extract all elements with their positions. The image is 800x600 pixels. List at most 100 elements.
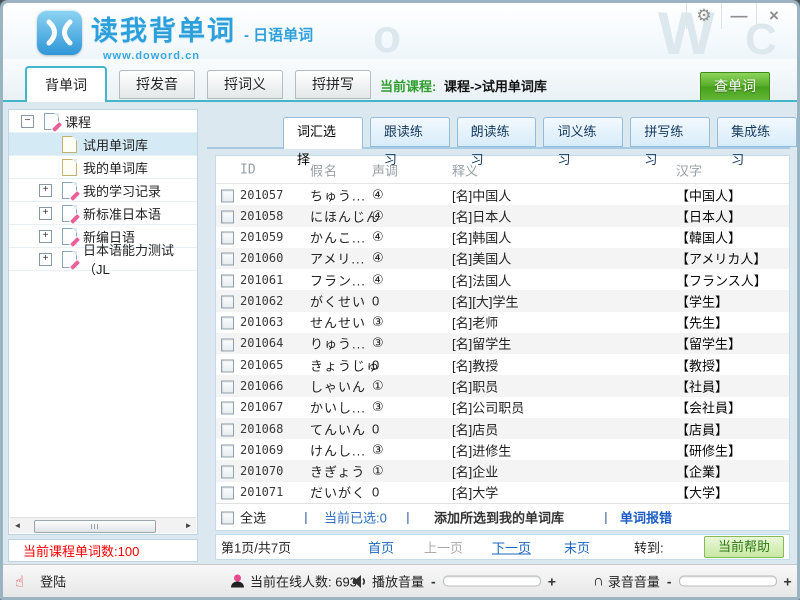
table-row[interactable]: 201070きぎょう①[名]企业【企業】 <box>216 460 789 481</box>
table-row[interactable]: 201062がくせい0[名][大]学生【学生】 <box>216 290 789 311</box>
last-page-link[interactable]: 末页 <box>564 538 590 557</box>
practice-tab[interactable]: 拼写练习 <box>630 117 710 147</box>
play-volume-slider[interactable] <box>443 576 541 587</box>
expander-plus-icon[interactable]: + <box>39 253 52 266</box>
close-icon[interactable]: × <box>756 3 791 29</box>
tree-item-label: 试用单词库 <box>83 135 148 154</box>
expander-plus-icon[interactable]: + <box>39 230 52 243</box>
tree-item[interactable]: 我的单词库 <box>9 156 197 179</box>
login-link[interactable]: 登陆 <box>40 572 66 591</box>
top-tab[interactable]: 背单词 <box>25 66 107 102</box>
practice-tab[interactable]: 词义练习 <box>543 117 623 147</box>
table-row[interactable]: 201061フラン...④[名]法国人【フランス人】 <box>216 269 789 290</box>
record-volume-plus[interactable]: + <box>784 573 792 589</box>
cell-tone: ④ <box>372 250 384 266</box>
table-row[interactable]: 201067かいし...③[名]公司职员【会社員】 <box>216 397 789 418</box>
table-row[interactable]: 201064りゅう...③[名]留学生【留学生】 <box>216 333 789 354</box>
row-checkbox[interactable] <box>221 210 234 223</box>
minimize-icon[interactable]: — <box>721 3 756 29</box>
row-checkbox[interactable] <box>221 189 234 202</box>
table-row[interactable]: 201071だいがく0[名]大学【大学】 <box>216 482 789 503</box>
scroll-left-icon[interactable]: ◄ <box>10 518 25 533</box>
row-checkbox[interactable] <box>221 317 234 330</box>
cell-meaning: [名]教授 <box>452 355 498 374</box>
row-checkbox[interactable] <box>221 487 234 500</box>
tree-item[interactable]: −课程 <box>9 110 197 133</box>
table-row[interactable]: 201057ちゅう...④[名]中国人【中国人】 <box>216 184 789 205</box>
row-checkbox[interactable] <box>221 402 234 415</box>
table-row[interactable]: 201068てんいん0[名]店员【店員】 <box>216 418 789 439</box>
top-tab[interactable]: 捋发音 <box>119 70 195 99</box>
expander-minus-icon[interactable]: − <box>21 115 34 128</box>
cell-meaning: [名]留学生 <box>452 334 511 353</box>
row-checkbox[interactable] <box>221 423 234 436</box>
practice-tab[interactable]: 词汇选择 <box>283 117 363 149</box>
row-checkbox[interactable] <box>221 466 234 479</box>
row-checkbox[interactable] <box>221 232 234 245</box>
login-icon: ☝ <box>15 572 24 590</box>
play-volume-plus[interactable]: + <box>548 573 556 589</box>
cell-meaning: [名]进修生 <box>452 440 511 459</box>
cell-kana: りゅう... <box>310 334 366 353</box>
scrollbar-thumb[interactable] <box>34 520 156 533</box>
cell-kanji: 【フランス人】 <box>676 270 767 289</box>
cell-tone: ④ <box>372 208 384 224</box>
cell-kanji: 【韓国人】 <box>676 228 741 247</box>
lookup-word-button[interactable]: 查单词 <box>700 72 770 101</box>
row-checkbox[interactable] <box>221 295 234 308</box>
table-row[interactable]: 201059かんこ...④[名]韩国人【韓国人】 <box>216 227 789 248</box>
tree-item[interactable]: +新标准日本语 <box>9 202 197 225</box>
select-all-checkbox[interactable] <box>221 512 234 525</box>
table-row[interactable]: 201063せんせい③[名]老师【先生】 <box>216 312 789 333</box>
watermark-letter: o <box>373 9 401 63</box>
first-page-link[interactable]: 首页 <box>368 538 394 557</box>
cell-kana: きょうじゅ <box>310 355 380 374</box>
practice-tab[interactable]: 朗读练习 <box>457 117 537 147</box>
cell-id: 201062 <box>240 294 283 308</box>
next-page-link[interactable]: 下一页 <box>492 538 531 557</box>
table-row[interactable]: 201060アメリ...④[名]美国人【アメリカ人】 <box>216 248 789 269</box>
cell-kanji: 【研修生】 <box>676 440 741 459</box>
expander-plus-icon[interactable]: + <box>39 207 52 220</box>
settings-icon[interactable]: ⚙ <box>686 3 721 29</box>
course-value: 课程->试用单词库 <box>444 79 547 94</box>
table-row[interactable]: 201066しゃいん①[名]职员【社員】 <box>216 375 789 396</box>
row-checkbox[interactable] <box>221 274 234 287</box>
window-controls: ⚙—× <box>686 3 791 29</box>
practice-tab[interactable]: 跟读练习 <box>370 117 450 147</box>
cell-meaning: [名]老师 <box>452 313 498 332</box>
record-volume-minus[interactable]: - <box>667 573 672 589</box>
practice-tab[interactable]: 集成练习 <box>717 117 797 147</box>
scroll-right-icon[interactable]: ► <box>181 518 196 533</box>
cell-tone: ③ <box>372 335 384 351</box>
help-button[interactable]: 当前帮助 <box>704 536 784 558</box>
top-tab[interactable]: 捋拼写 <box>295 70 371 99</box>
column-header: 假名 <box>310 160 338 179</box>
report-word-link[interactable]: 单词报错 <box>620 508 672 527</box>
sidebar-hscrollbar[interactable]: ◄ ► <box>10 517 196 533</box>
course-word-count: 当前课程单词数:100 <box>23 541 139 560</box>
row-checkbox[interactable] <box>221 444 234 457</box>
row-checkbox[interactable] <box>221 381 234 394</box>
row-checkbox[interactable] <box>221 253 234 266</box>
table-row[interactable]: 201069けんし...③[名]进修生【研修生】 <box>216 439 789 460</box>
row-checkbox[interactable] <box>221 359 234 372</box>
tree-item[interactable]: +日本语能力测试 （JL <box>9 248 197 271</box>
table-row[interactable]: 201058にほんじん④[名]日本人【日本人】 <box>216 205 789 226</box>
row-checkbox[interactable] <box>221 338 234 351</box>
add-selected-link[interactable]: 添加所选到我的单词库 <box>434 508 564 527</box>
practice-tabs: 词汇选择跟读练习朗读练习词义练习拼写练习集成练习 <box>283 117 797 149</box>
tree-item[interactable]: 试用单词库 <box>9 133 197 156</box>
cell-kanji: 【日本人】 <box>676 206 741 225</box>
page-icon <box>62 136 77 153</box>
play-volume-minus[interactable]: - <box>431 573 436 589</box>
top-tab[interactable]: 捋词义 <box>207 70 283 99</box>
table-row[interactable]: 201065きょうじゅ0[名]教授【教授】 <box>216 354 789 375</box>
column-header: ID <box>240 162 256 177</box>
record-volume-slider[interactable] <box>679 576 777 587</box>
cell-kana: だいがく <box>310 483 366 502</box>
expander-plus-icon[interactable]: + <box>39 184 52 197</box>
tree-item[interactable]: +我的学习记录 <box>9 179 197 202</box>
cell-kanji: 【企業】 <box>676 462 728 481</box>
select-all-label[interactable]: 全选 <box>240 508 266 527</box>
